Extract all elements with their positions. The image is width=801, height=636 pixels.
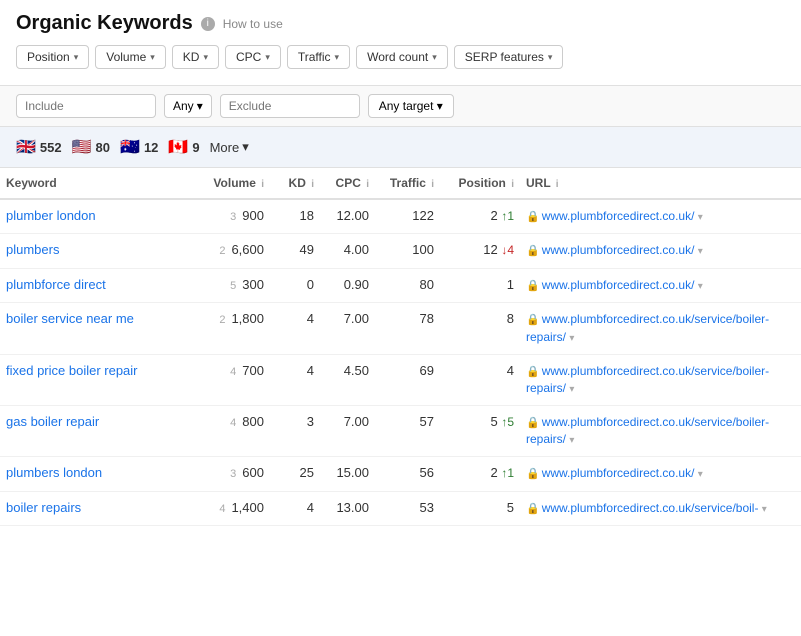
filter-btn-traffic[interactable]: Traffic▾	[287, 45, 350, 69]
col-header-traffic: Traffic i	[375, 168, 440, 199]
cpc-cell: 7.00	[320, 405, 375, 456]
flag-item-us[interactable]: 🇺🇸80	[72, 137, 110, 157]
table-row: boiler service near me21,80047.00788🔒www…	[0, 303, 801, 354]
traffic-cell: 69	[375, 354, 440, 405]
kd-cell: 18	[270, 199, 320, 234]
flag-item-au[interactable]: 🇦🇺12	[120, 137, 158, 157]
keyword-cell[interactable]: plumbforce direct	[0, 268, 200, 302]
flag-item-uk[interactable]: 🇬🇧552	[16, 137, 62, 157]
more-flags-button[interactable]: More▾	[210, 139, 249, 155]
col-header-keyword: Keyword	[0, 168, 200, 199]
traffic-cell: 57	[375, 405, 440, 456]
how-to-use-link[interactable]: How to use	[223, 17, 283, 31]
col-header-volume: Volume i	[200, 168, 270, 199]
traffic-cell: 56	[375, 457, 440, 491]
kd-cell: 49	[270, 234, 320, 268]
kd-cell: 4	[270, 303, 320, 354]
volume-cell: 21,800	[200, 303, 270, 354]
table-row: gas boiler repair480037.00575 ↑5🔒www.plu…	[0, 405, 801, 456]
volume-cell: 4800	[200, 405, 270, 456]
url-cell[interactable]: 🔒www.plumbforcedirect.co.uk/service/boil…	[520, 303, 801, 354]
position-cell: 5	[440, 491, 520, 525]
col-header-position: Position i	[440, 168, 520, 199]
keyword-cell[interactable]: boiler repairs	[0, 491, 200, 525]
flag-item-ca[interactable]: 🇨🇦9	[168, 137, 199, 157]
table-row: fixed price boiler repair470044.50694🔒ww…	[0, 354, 801, 405]
table-body: plumber london39001812.001222 ↑1🔒www.plu…	[0, 199, 801, 526]
col-header-url: URL i	[520, 168, 801, 199]
cpc-cell: 7.00	[320, 303, 375, 354]
any-button[interactable]: Any ▾	[164, 94, 212, 118]
kd-cell: 25	[270, 457, 320, 491]
volume-cell: 26,600	[200, 234, 270, 268]
include-input[interactable]	[16, 94, 156, 118]
keyword-cell[interactable]: plumbers	[0, 234, 200, 268]
position-cell: 4	[440, 354, 520, 405]
title-info-icon[interactable]: i	[201, 17, 215, 31]
filter-btn-serp-features[interactable]: SERP features▾	[454, 45, 564, 69]
volume-cell: 4700	[200, 354, 270, 405]
filter-btn-word-count[interactable]: Word count▾	[356, 45, 448, 69]
cpc-cell: 12.00	[320, 199, 375, 234]
url-cell[interactable]: 🔒www.plumbforcedirect.co.uk/ ▾	[520, 268, 801, 302]
traffic-cell: 122	[375, 199, 440, 234]
kd-cell: 0	[270, 268, 320, 302]
table-row: plumber london39001812.001222 ↑1🔒www.plu…	[0, 199, 801, 234]
traffic-cell: 80	[375, 268, 440, 302]
url-cell[interactable]: 🔒www.plumbforcedirect.co.uk/service/boil…	[520, 491, 801, 525]
col-header-cpc: CPC i	[320, 168, 375, 199]
page-header: Organic Keywords i How to use Position▾V…	[0, 0, 801, 86]
position-cell: 5 ↑5	[440, 405, 520, 456]
url-cell[interactable]: 🔒www.plumbforcedirect.co.uk/ ▾	[520, 457, 801, 491]
volume-cell: 3900	[200, 199, 270, 234]
cpc-cell: 4.00	[320, 234, 375, 268]
table-row: boiler repairs41,400413.00535🔒www.plumbf…	[0, 491, 801, 525]
any-target-button[interactable]: Any target ▾	[368, 94, 454, 118]
page-title: Organic Keywords	[16, 12, 193, 35]
position-cell: 12 ↓4	[440, 234, 520, 268]
keywords-table: Keyword Volume i KD i CPC i Traffic i Po…	[0, 168, 801, 526]
filter-btn-cpc[interactable]: CPC▾	[225, 45, 281, 69]
volume-cell: 41,400	[200, 491, 270, 525]
filter-btn-kd[interactable]: KD▾	[172, 45, 219, 69]
filter-row: Any ▾ Any target ▾	[0, 86, 801, 127]
table-row: plumbers london36002515.00562 ↑1🔒www.plu…	[0, 457, 801, 491]
kd-cell: 4	[270, 491, 320, 525]
keyword-cell[interactable]: gas boiler repair	[0, 405, 200, 456]
url-cell[interactable]: 🔒www.plumbforcedirect.co.uk/service/boil…	[520, 405, 801, 456]
cpc-cell: 15.00	[320, 457, 375, 491]
url-cell[interactable]: 🔒www.plumbforcedirect.co.uk/ ▾	[520, 199, 801, 234]
col-header-kd: KD i	[270, 168, 320, 199]
kd-cell: 4	[270, 354, 320, 405]
table-row: plumbers26,600494.0010012 ↓4🔒www.plumbfo…	[0, 234, 801, 268]
position-cell: 1	[440, 268, 520, 302]
title-row: Organic Keywords i How to use	[16, 12, 785, 35]
traffic-cell: 78	[375, 303, 440, 354]
cpc-cell: 0.90	[320, 268, 375, 302]
traffic-cell: 100	[375, 234, 440, 268]
keyword-cell[interactable]: fixed price boiler repair	[0, 354, 200, 405]
position-cell: 2 ↑1	[440, 199, 520, 234]
cpc-cell: 13.00	[320, 491, 375, 525]
position-cell: 2 ↑1	[440, 457, 520, 491]
filter-btn-position[interactable]: Position▾	[16, 45, 89, 69]
keyword-cell[interactable]: plumber london	[0, 199, 200, 234]
volume-cell: 3600	[200, 457, 270, 491]
flags-row: 🇬🇧552 🇺🇸80 🇦🇺12 🇨🇦9 More▾	[0, 127, 801, 168]
cpc-cell: 4.50	[320, 354, 375, 405]
filter-buttons: Position▾Volume▾KD▾CPC▾Traffic▾Word coun…	[16, 45, 785, 69]
keyword-cell[interactable]: plumbers london	[0, 457, 200, 491]
table-row: plumbforce direct530000.90801🔒www.plumbf…	[0, 268, 801, 302]
url-cell[interactable]: 🔒www.plumbforcedirect.co.uk/ ▾	[520, 234, 801, 268]
exclude-input[interactable]	[220, 94, 360, 118]
traffic-cell: 53	[375, 491, 440, 525]
volume-cell: 5300	[200, 268, 270, 302]
url-cell[interactable]: 🔒www.plumbforcedirect.co.uk/service/boil…	[520, 354, 801, 405]
keyword-cell[interactable]: boiler service near me	[0, 303, 200, 354]
table-header: Keyword Volume i KD i CPC i Traffic i Po…	[0, 168, 801, 199]
position-cell: 8	[440, 303, 520, 354]
kd-cell: 3	[270, 405, 320, 456]
filter-btn-volume[interactable]: Volume▾	[95, 45, 166, 69]
